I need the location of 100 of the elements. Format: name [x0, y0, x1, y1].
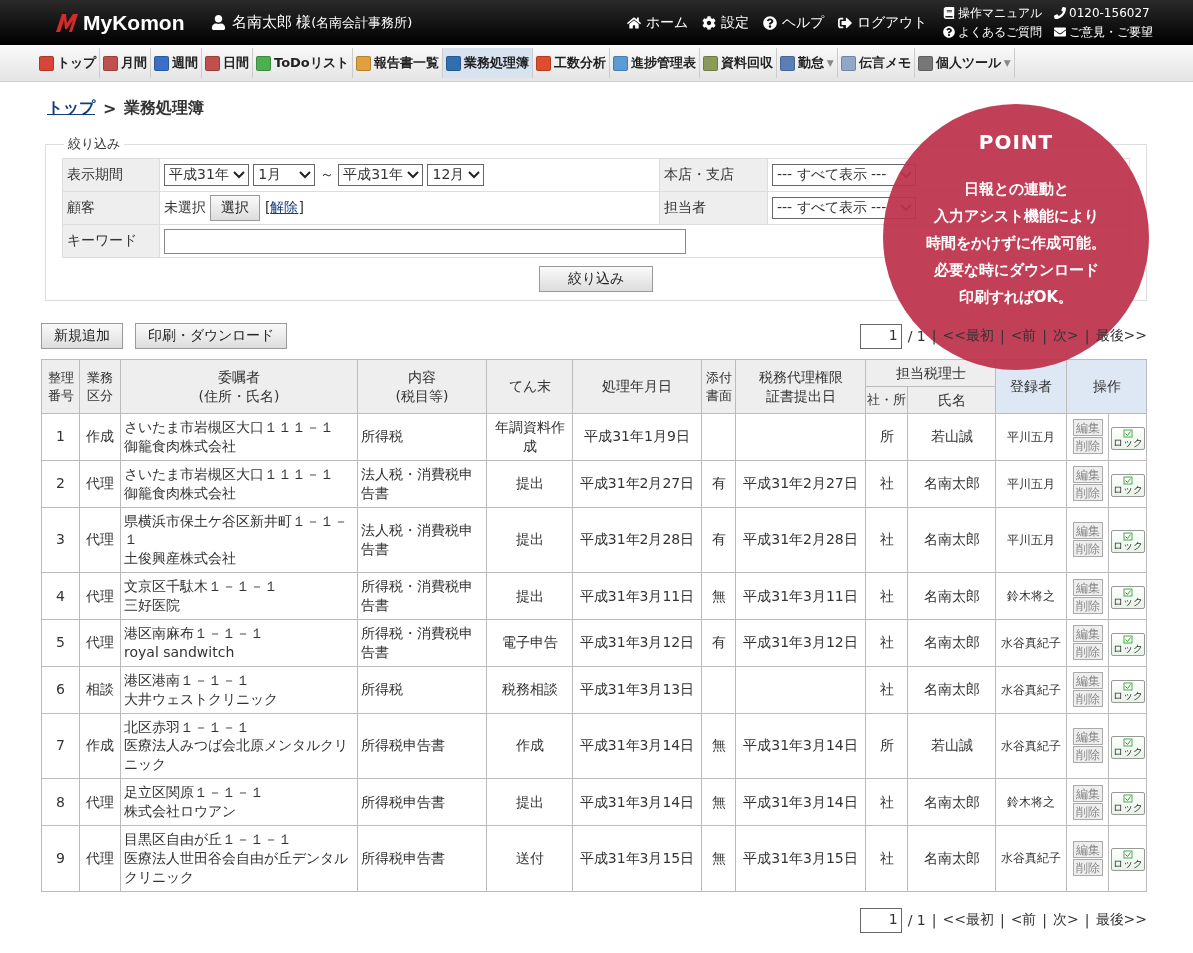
toolbar-item[interactable]: 月間 — [100, 48, 151, 78]
header-link[interactable]: 操作マニュアル — [943, 4, 1042, 22]
table-cell: 若山誠 — [907, 413, 996, 461]
table-cell: 名南太郎 — [907, 778, 996, 826]
toolbar-item[interactable]: 日間 — [202, 48, 253, 78]
table-cell: 9 — [41, 825, 80, 892]
toolbar-item[interactable]: 進捗管理表 — [609, 48, 700, 78]
toolbar-item[interactable]: 工数分析 — [532, 48, 610, 78]
callout-text: 印刷すればOK。 — [958, 287, 1074, 308]
prev-page-link[interactable]: <前 — [1010, 911, 1037, 930]
lock-button[interactable]: ロック — [1110, 632, 1145, 656]
table-cell: 平成31年3月14日 — [735, 713, 866, 779]
filter-button[interactable]: 絞り込み — [539, 266, 653, 292]
table-cell: 作成 — [486, 713, 573, 779]
toolbar-item[interactable]: 資料回収 — [699, 48, 777, 78]
page-field[interactable]: 1 — [859, 907, 902, 933]
table-cell: 名南太郎 — [907, 619, 996, 667]
table-cell: 平成31年3月14日 — [572, 778, 702, 826]
table-cell: 社 — [865, 825, 908, 892]
bracket: ] — [298, 199, 304, 215]
table-cell: 提出 — [486, 460, 573, 508]
check-icon — [1122, 850, 1133, 860]
action-button[interactable]: 新規追加 — [41, 323, 123, 349]
toolbar-item[interactable]: ToDoリスト — [253, 48, 353, 78]
action-button[interactable]: 印刷・ダウンロード — [135, 323, 287, 349]
breadcrumb-link[interactable]: トップ — [47, 98, 95, 119]
phone-icon — [1054, 7, 1066, 19]
toolbar-item[interactable]: 業務処理簿 — [442, 48, 533, 78]
table-cell: 社 — [865, 778, 908, 826]
table-cell: 有 — [701, 619, 736, 667]
caret-icon: ▼ — [826, 58, 834, 68]
toolbar-item[interactable]: 報告書一覧 — [352, 48, 443, 78]
last-page-link[interactable]: 最後>> — [1095, 911, 1147, 930]
client-name: 御籠食肉株式会社 — [124, 436, 237, 456]
table-cell: 若山誠 — [907, 713, 996, 779]
table-cell: 提出 — [486, 572, 573, 620]
lock-button[interactable]: ロック — [1110, 792, 1145, 816]
table-cell: 所得税・消費税申告書 — [357, 619, 487, 667]
toolbar-item[interactable]: 勤怠 ▼ — [776, 48, 838, 78]
select-button[interactable]: 選択 — [210, 195, 261, 221]
table-cell: 社 — [865, 572, 908, 620]
table-cell: 平成31年2月28日 — [572, 507, 702, 573]
table-cell: 代理 — [79, 619, 121, 667]
header-link[interactable]: よくあるご質問 — [943, 23, 1042, 41]
nav-link[interactable]: ホーム — [627, 13, 688, 32]
table-cell: 水谷真紀子 — [995, 713, 1067, 779]
callout-text: 必要な時にダウンロード — [933, 260, 1099, 281]
nav-link[interactable]: ログアウト — [838, 13, 927, 32]
table-cell: 水谷真紀子 — [995, 666, 1067, 714]
callout-text: 日報との連動と — [963, 179, 1069, 200]
nav-link[interactable]: ヘルプ — [763, 13, 824, 32]
table-cell: 3 — [41, 507, 80, 573]
table-cell: 平川五月 — [995, 460, 1067, 508]
next-page-link[interactable]: 次> — [1053, 911, 1079, 930]
table-cell: 法人税・消費税申告書 — [357, 507, 487, 573]
header-link[interactable]: ご意見・ご要望 — [1054, 23, 1153, 41]
table-cell: 社 — [865, 507, 908, 573]
lock-button[interactable]: ロック — [1110, 586, 1145, 610]
toolbar-item[interactable]: 個人ツール ▼ — [914, 48, 1015, 78]
user-icon — [210, 15, 226, 30]
lock-button[interactable]: ロック — [1110, 529, 1145, 553]
lock-button[interactable]: ロック — [1110, 473, 1145, 497]
nav-link[interactable]: 設定 — [702, 13, 749, 32]
year-select[interactable]: 平成31年 — [164, 164, 249, 186]
pager-separator: | — [1084, 912, 1090, 929]
lock-button[interactable]: ロック — [1110, 735, 1145, 759]
header-link[interactable]: 0120-156027 — [1054, 4, 1153, 22]
table-cell: 平成31年3月14日 — [735, 778, 866, 826]
client-value: 未選択 — [164, 199, 206, 215]
help-icon — [943, 26, 955, 38]
client-address: 港区南麻布１－１－１ — [124, 624, 265, 643]
first-page-link[interactable]: <<最初 — [942, 911, 994, 930]
client-name: 医療法人みつば会北原メンタルクリニック — [124, 736, 349, 775]
table-cell: 所得税 — [357, 666, 487, 714]
logo[interactable]: MyKomon — [55, 10, 185, 35]
client-name: 三好医院 — [124, 596, 181, 615]
month-select[interactable]: 1月 — [253, 164, 316, 186]
year-select[interactable]: 平成31年 — [338, 164, 423, 186]
settings-icon — [702, 15, 716, 30]
pager-separator: | — [1042, 328, 1048, 344]
client-address: 県横浜市保土ケ谷区新井町１－１－１ — [124, 511, 349, 550]
table-cell: 名南太郎 — [907, 666, 996, 714]
lock-button[interactable]: ロック — [1110, 848, 1145, 872]
table-cell: 平成31年3月11日 — [572, 572, 702, 620]
table-cell: 代理 — [79, 825, 121, 892]
table-cell: 平川五月 — [995, 413, 1067, 461]
logout-icon — [838, 15, 852, 30]
lock-button[interactable]: ロック — [1110, 426, 1145, 450]
table-cell: 無 — [701, 713, 736, 779]
toolbar-item[interactable]: 伝言メモ — [837, 48, 915, 78]
toolbar-item[interactable]: トップ — [36, 48, 100, 78]
table-cell: 平成31年2月27日 — [572, 460, 702, 508]
month-select[interactable]: 12月 — [427, 164, 485, 186]
page-field[interactable]: 1 — [859, 323, 902, 349]
field-label: 顧客 — [62, 191, 160, 225]
clear-link[interactable]: 解除 — [270, 199, 299, 215]
toolbar-item[interactable]: 週間 — [151, 48, 202, 78]
lock-button[interactable]: ロック — [1110, 679, 1145, 703]
client-name: 土俊興産株式会社 — [124, 549, 237, 569]
keyword-field[interactable] — [164, 228, 686, 254]
